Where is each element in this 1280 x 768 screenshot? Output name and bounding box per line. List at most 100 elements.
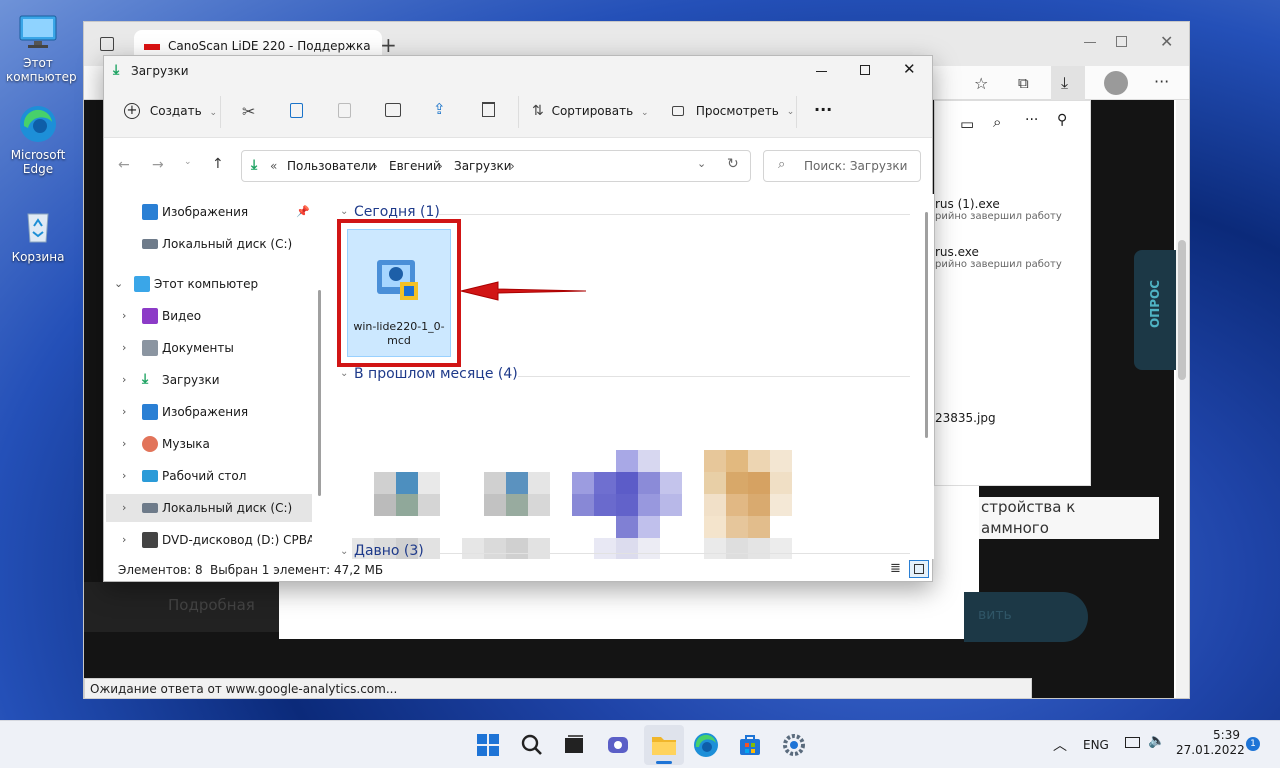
file-thumbnail[interactable]: [572, 450, 682, 559]
favorites-icon[interactable]: ☆: [974, 74, 988, 93]
nav-item-this-pc[interactable]: ⌄ Этот компьютер: [104, 270, 312, 298]
chevron-right-icon[interactable]: ›: [122, 526, 126, 554]
desktop-icon-recycle-bin[interactable]: Корзина: [6, 206, 70, 264]
download-item[interactable]: 23835.jpg: [935, 411, 996, 425]
nav-item-documents[interactable]: › Документы: [104, 334, 312, 362]
settings-taskbar-button[interactable]: [778, 729, 810, 761]
forward-icon[interactable]: →: [152, 157, 164, 173]
nav-item-pictures[interactable]: › Изображения: [104, 398, 312, 426]
search-button[interactable]: [516, 729, 548, 761]
chevron-right-icon[interactable]: ›: [122, 302, 126, 330]
nav-item-local-disk[interactable]: › Локальный диск (C:): [106, 494, 312, 522]
browser-scrollbar[interactable]: [1176, 100, 1189, 698]
nav-item-music[interactable]: › Музыка: [104, 430, 312, 458]
documents-icon: [142, 340, 158, 356]
chevron-up-icon[interactable]: ︿: [1053, 735, 1067, 755]
scrollbar-thumb[interactable]: [1178, 240, 1186, 380]
breadcrumb-item[interactable]: Загрузки: [454, 159, 512, 173]
nav-item-videos[interactable]: › Видео: [104, 302, 312, 330]
file-thumbnail[interactable]: [704, 450, 792, 559]
explorer-title-bar[interactable]: ⤓ Загрузки ✕: [104, 56, 932, 86]
new-tab-icon[interactable]: +: [380, 33, 397, 57]
avatar[interactable]: [1104, 71, 1128, 95]
menu-icon[interactable]: ···: [1154, 72, 1169, 91]
survey-tab[interactable]: ОПРОС: [1134, 250, 1178, 370]
page-action-button[interactable]: вить: [964, 592, 1088, 642]
minimize-icon[interactable]: [1084, 42, 1096, 43]
paste-icon[interactable]: [338, 103, 351, 118]
chevron-down-icon[interactable]: ⌄: [114, 270, 123, 298]
file-thumbnail[interactable]: [462, 450, 550, 559]
pin-icon[interactable]: ⚲: [1057, 112, 1067, 128]
tab-actions-icon[interactable]: [100, 37, 114, 51]
store-taskbar-button[interactable]: [734, 729, 766, 761]
notification-badge[interactable]: 1: [1246, 737, 1260, 751]
up-icon[interactable]: ↑: [212, 156, 224, 172]
chevron-right-icon[interactable]: ›: [122, 366, 126, 394]
chevron-down-icon[interactable]: ⌄: [340, 546, 348, 557]
tiles-view-button[interactable]: [909, 560, 929, 578]
network-icon[interactable]: [1125, 737, 1140, 748]
content-scrollbar-thumb[interactable]: [925, 212, 928, 438]
breadcrumb-item[interactable]: Евгений: [389, 159, 441, 173]
chat-button[interactable]: [602, 729, 634, 761]
details-view-icon[interactable]: ≣: [890, 561, 901, 576]
rename-icon[interactable]: [385, 103, 401, 117]
file-item-selected[interactable]: win-lide220-1_0-mcd: [347, 229, 451, 357]
chevron-right-icon[interactable]: ›: [122, 430, 126, 458]
volume-icon[interactable]: 🔈: [1148, 733, 1165, 749]
nav-item-dvd[interactable]: › DVD-дисковод (D:) CPBA_X6: [104, 526, 312, 554]
nav-scrollbar-thumb[interactable]: [318, 290, 321, 496]
breadcrumb-item[interactable]: Пользователи: [287, 159, 376, 173]
refresh-icon[interactable]: ↻: [727, 156, 739, 172]
chevron-right-icon[interactable]: ›: [122, 462, 126, 490]
minimize-icon[interactable]: [816, 71, 827, 72]
nav-item-desktop[interactable]: › Рабочий стол: [104, 462, 312, 490]
task-view-button[interactable]: [558, 729, 590, 761]
chevron-right-icon[interactable]: ›: [122, 334, 126, 362]
more-icon[interactable]: ···: [1025, 112, 1038, 128]
close-icon[interactable]: ✕: [903, 60, 916, 78]
group-header[interactable]: В прошлом месяце (4): [354, 366, 518, 382]
delete-icon[interactable]: [482, 102, 495, 117]
edge-taskbar-button[interactable]: [690, 729, 722, 761]
create-button[interactable]: + Создать ⌄: [124, 103, 217, 119]
language-indicator[interactable]: ENG: [1083, 738, 1109, 752]
search-input[interactable]: ⌕ Поиск: Загрузки: [763, 150, 921, 182]
pin-icon[interactable]: 📌: [296, 198, 310, 226]
view-button[interactable]: Просмотреть ⌄: [672, 103, 794, 118]
more-options-icon[interactable]: ···: [814, 100, 832, 119]
close-icon[interactable]: ✕: [1160, 32, 1173, 51]
maximize-icon[interactable]: [1116, 36, 1127, 47]
group-header[interactable]: Сегодня (1): [354, 204, 440, 220]
back-icon[interactable]: ←: [118, 157, 130, 173]
desktop-icon-this-pc[interactable]: Этот компьютер: [6, 12, 77, 84]
selection-info: Выбран 1 элемент: 47,2 МБ: [210, 563, 384, 577]
maximize-icon[interactable]: [860, 65, 870, 75]
download-item[interactable]: rus (1).exe рийно завершил работу: [935, 197, 1062, 222]
nav-item-downloads[interactable]: › ⤓ Загрузки: [104, 366, 312, 394]
recent-chevron-icon[interactable]: ⌄: [184, 157, 192, 167]
address-dropdown-icon[interactable]: ⌄: [697, 157, 706, 170]
collections-icon[interactable]: ⧉: [1018, 74, 1029, 92]
search-icon[interactable]: ⌕: [993, 113, 1001, 131]
sort-button[interactable]: ⇅ Сортировать ⌄: [532, 103, 649, 119]
chevron-down-icon[interactable]: ⌄: [340, 368, 348, 379]
download-item[interactable]: rus.exe рийно завершил работу: [935, 245, 1062, 270]
cut-icon[interactable]: ✂: [242, 102, 255, 121]
explorer-taskbar-button[interactable]: [644, 725, 684, 765]
chevron-right-icon[interactable]: ›: [122, 494, 126, 522]
group-header[interactable]: Давно (3): [354, 543, 424, 559]
chevron-right-icon[interactable]: ›: [122, 398, 126, 426]
chevron-down-icon[interactable]: ⌄: [340, 206, 348, 217]
start-button[interactable]: [472, 729, 504, 761]
breadcrumb-overflow[interactable]: «: [270, 159, 277, 173]
nav-item-pictures-pinned[interactable]: Изображения 📌: [104, 198, 312, 226]
clock[interactable]: 5:39 27.01.2022: [1176, 728, 1245, 758]
share-icon[interactable]: ⇪: [433, 100, 446, 118]
desktop-icon-edge[interactable]: Microsoft Edge: [6, 104, 70, 176]
open-folder-icon[interactable]: ▭: [960, 115, 974, 133]
nav-item-local-disk-quick[interactable]: Локальный диск (C:): [104, 230, 312, 258]
copy-icon[interactable]: [290, 103, 303, 118]
address-bar[interactable]: ⤓ « Пользователи › Евгений › Загрузки › …: [241, 150, 751, 182]
